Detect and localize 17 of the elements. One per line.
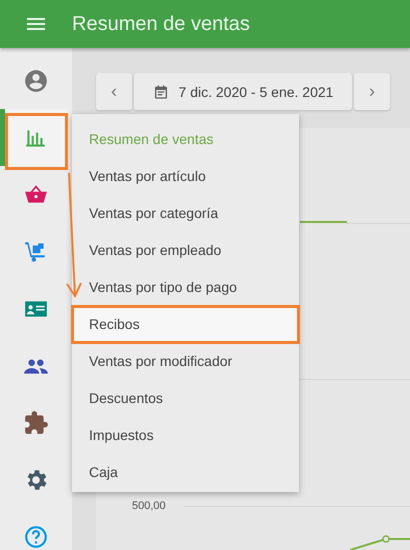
next-button[interactable]: › [354, 73, 390, 110]
menu-icon[interactable] [27, 18, 45, 30]
previous-button[interactable]: ‹ [96, 73, 132, 110]
menu-item[interactable]: Caja [72, 454, 299, 491]
calendar-icon [152, 84, 169, 100]
menu-item[interactable]: Ventas por empleado [72, 232, 299, 269]
date-range-button[interactable]: 7 dic. 2020 - 5 ene. 2021 [134, 73, 352, 110]
menu-item[interactable]: Ventas por artículo [72, 158, 299, 195]
menu-item[interactable]: Ventas por categoría [72, 195, 299, 232]
menu-item[interactable]: Ventas por tipo de pago [72, 269, 299, 306]
axis-label: 500,00 [132, 500, 166, 512]
highlight-box [5, 113, 68, 170]
app-title: Resumen de ventas [72, 12, 250, 36]
menu-item[interactable]: Descuentos [72, 380, 299, 417]
menu-item[interactable]: Ventas por modificador [72, 343, 299, 380]
menu-item[interactable]: Recibos [72, 306, 299, 343]
menu-item[interactable]: Impuestos [72, 417, 299, 454]
